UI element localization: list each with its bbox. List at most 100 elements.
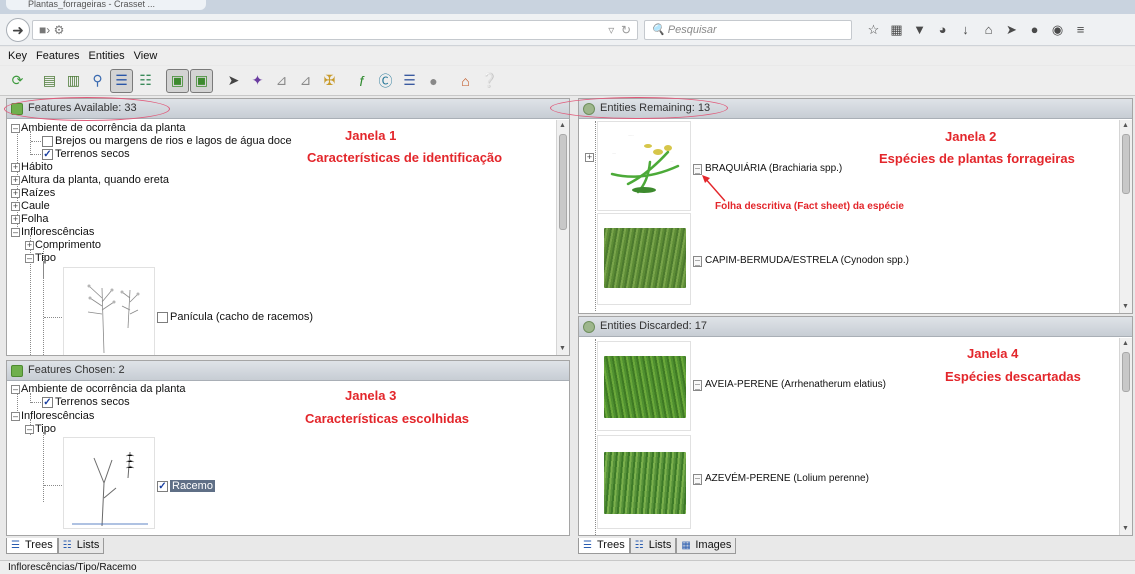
- menu-entities[interactable]: Entities: [89, 50, 125, 62]
- tree-item-raizes[interactable]: + Raízes: [11, 187, 55, 200]
- shield-icon[interactable]: ◉: [1046, 20, 1069, 40]
- scroll-thumb[interactable]: [1122, 134, 1130, 194]
- tree-item-comprimento[interactable]: + Comprimento: [25, 239, 101, 252]
- braquiaria-image[interactable]: ................: [597, 121, 691, 211]
- tree-item-altura[interactable]: + Altura da planta, quando ereta: [11, 174, 169, 187]
- browser-tab[interactable]: Plantas_forrageiras - Crasset ...: [6, 0, 206, 10]
- janela-3-caption: Características escolhidas: [305, 411, 470, 426]
- expand-braquiaria[interactable]: +: [585, 151, 595, 164]
- tree-item-terrenos-secos[interactable]: ✓ Terrenos secos: [42, 148, 130, 161]
- janela-1-label: Janela 1: [345, 128, 397, 143]
- janela-2-caption: Espécies de plantas forrageiras: [879, 151, 1075, 166]
- panicula-sketch: [87, 284, 140, 354]
- entity-azevem-perene[interactable]: AZEVÉM-PERENE (Lolium perenne): [693, 473, 869, 485]
- star-icon[interactable]: ☆: [862, 20, 885, 40]
- menu-features[interactable]: Features: [36, 50, 79, 62]
- scroll-thumb[interactable]: [559, 134, 567, 230]
- help-icon[interactable]: ❔: [478, 69, 501, 93]
- send-icon[interactable]: ➤: [1000, 20, 1023, 40]
- chosen-item-ambiente[interactable]: – Ambiente de ocorrência da planta: [11, 383, 186, 396]
- panicula-image[interactable]: [63, 267, 155, 355]
- restart-icon[interactable]: ⟳: [6, 69, 29, 93]
- list-features-icon[interactable]: ☷: [134, 69, 157, 93]
- search-input[interactable]: 🔍 Pesquisar: [644, 20, 852, 40]
- bookmark-list-icon[interactable]: ▦: [885, 20, 908, 40]
- tool-b-icon[interactable]: ⊿: [294, 69, 317, 93]
- status-path: Inflorescências/Tipo/Racemo: [8, 562, 137, 573]
- url-bar[interactable]: ■› ⚙ ▿ ↻: [32, 20, 638, 40]
- tab-lists-left[interactable]: ☷ Lists: [57, 538, 105, 554]
- pin-icon[interactable]: ✠: [318, 69, 341, 93]
- racemo-image[interactable]: [63, 437, 155, 529]
- menu-icon[interactable]: ≡: [1069, 20, 1092, 40]
- entities-discarded-scrollbar[interactable]: ▲ ▼: [1119, 338, 1132, 535]
- pocket-icon[interactable]: ▼: [908, 20, 931, 40]
- help-feature-icon[interactable]: Ⓒ: [374, 69, 397, 93]
- fact-sheet-icon[interactable]: [693, 255, 702, 267]
- brejos-checkbox[interactable]: [42, 135, 53, 147]
- tree-item-habito[interactable]: + Hábito: [11, 161, 53, 174]
- info-icon[interactable]: ●: [422, 69, 445, 93]
- history-icon[interactable]: ◕: [931, 20, 954, 40]
- menu-key[interactable]: Key: [8, 50, 27, 62]
- home-icon[interactable]: ⌂: [977, 20, 1000, 40]
- capim-bermuda-image[interactable]: [597, 213, 691, 305]
- reload-icon[interactable]: ▿ ↻: [608, 23, 631, 37]
- home-icon[interactable]: ⌂: [454, 69, 477, 93]
- search-placeholder: Pesquisar: [667, 24, 717, 36]
- function-icon[interactable]: f: [350, 69, 373, 93]
- fact-sheet-icon[interactable]: [693, 379, 702, 391]
- checklist-icon[interactable]: ☰: [398, 69, 421, 93]
- azevem-perene-image[interactable]: [597, 435, 691, 529]
- image-grid-icon: ▦: [681, 539, 691, 551]
- tab-images-right[interactable]: ▦ Images: [676, 538, 737, 554]
- browser-navbar: ➜ ■› ⚙ ▿ ↻ 🔍 Pesquisar ☆ ▦ ▼ ◕ ↓ ⌂ ➤ ● ◉…: [0, 14, 1135, 46]
- chosen-item-racemo[interactable]: ✓ Racemo: [157, 480, 215, 493]
- show-all-features-icon[interactable]: ☰: [110, 68, 133, 93]
- separating-features-icon[interactable]: ▥: [62, 69, 85, 93]
- racemo-checkbox[interactable]: ✓: [157, 480, 168, 492]
- features-chosen-panel: Features Chosen: 2 – Ambiente de ocorrênc…: [6, 360, 570, 536]
- tab-lists-right[interactable]: ☷ Lists: [629, 538, 677, 554]
- terrenos-secos-checkbox[interactable]: ✓: [42, 148, 53, 160]
- features-available-scrollbar[interactable]: ▲ ▼: [556, 120, 569, 355]
- find-features-icon[interactable]: ⚲: [86, 69, 109, 93]
- tool-a-icon[interactable]: ⊿: [270, 69, 293, 93]
- tab-trees-right[interactable]: ☰ Trees: [578, 538, 630, 554]
- entities-discarded-title: Entities Discarded: 17: [600, 320, 707, 332]
- tree-item-caule[interactable]: + Caule: [11, 200, 50, 213]
- magic-wand-icon[interactable]: ✦: [246, 69, 269, 93]
- list-view-icon: ☷: [62, 539, 72, 551]
- feature-view-b-icon[interactable]: ▣: [190, 68, 213, 93]
- chosen-item-inflorescencias[interactable]: – Inflorescências: [11, 410, 94, 423]
- tree-item-folha[interactable]: + Folha: [11, 213, 49, 226]
- chosen-item-tipo[interactable]: – Tipo: [25, 423, 56, 436]
- chat-icon[interactable]: ●: [1023, 20, 1046, 40]
- tag-icon[interactable]: ➤: [222, 69, 245, 93]
- feature-view-a-icon[interactable]: ▣: [166, 68, 189, 93]
- scroll-thumb[interactable]: [1122, 352, 1130, 392]
- site-identity-icon[interactable]: ■› ⚙: [39, 23, 64, 37]
- entities-remaining-scrollbar[interactable]: ▲ ▼: [1119, 120, 1132, 313]
- tab-trees-left[interactable]: ☰ Trees: [6, 538, 58, 554]
- svg-text:....: ....: [670, 159, 674, 163]
- back-arrow-icon[interactable]: ➜: [6, 18, 30, 42]
- aveia-perene-image[interactable]: [597, 341, 691, 431]
- tree-item-ambiente[interactable]: – Ambiente de ocorrência da planta: [11, 122, 186, 135]
- fact-sheet-icon[interactable]: [693, 473, 702, 485]
- tree-item-tipo[interactable]: – Tipo: [25, 252, 56, 265]
- download-icon[interactable]: ↓: [954, 20, 977, 40]
- janela-2-label: Janela 2: [945, 129, 997, 144]
- chosen-terrenos-checkbox[interactable]: ✓: [42, 396, 53, 408]
- chosen-item-terrenos-secos[interactable]: ✓ Terrenos secos: [42, 396, 130, 409]
- features-chosen-header: Features Chosen: 2: [7, 361, 569, 381]
- entity-capim-bermuda[interactable]: CAPIM-BERMUDA/ESTRELA (Cynodon spp.): [693, 255, 909, 267]
- entity-aveia-perene[interactable]: AVEIA-PERENE (Arrhenatherum elatius): [693, 379, 886, 391]
- svg-text:.....: .....: [612, 151, 616, 155]
- tree-item-brejos[interactable]: Brejos ou margens de rios e lagos de águ…: [42, 135, 292, 148]
- menu-view[interactable]: View: [134, 50, 158, 62]
- tree-item-panicula[interactable]: Panícula (cacho de racemos): [157, 311, 313, 324]
- panicula-checkbox[interactable]: [157, 311, 168, 323]
- tree-item-inflorescencias[interactable]: – Inflorescências: [11, 226, 94, 239]
- best-features-icon[interactable]: ▤: [38, 69, 61, 93]
